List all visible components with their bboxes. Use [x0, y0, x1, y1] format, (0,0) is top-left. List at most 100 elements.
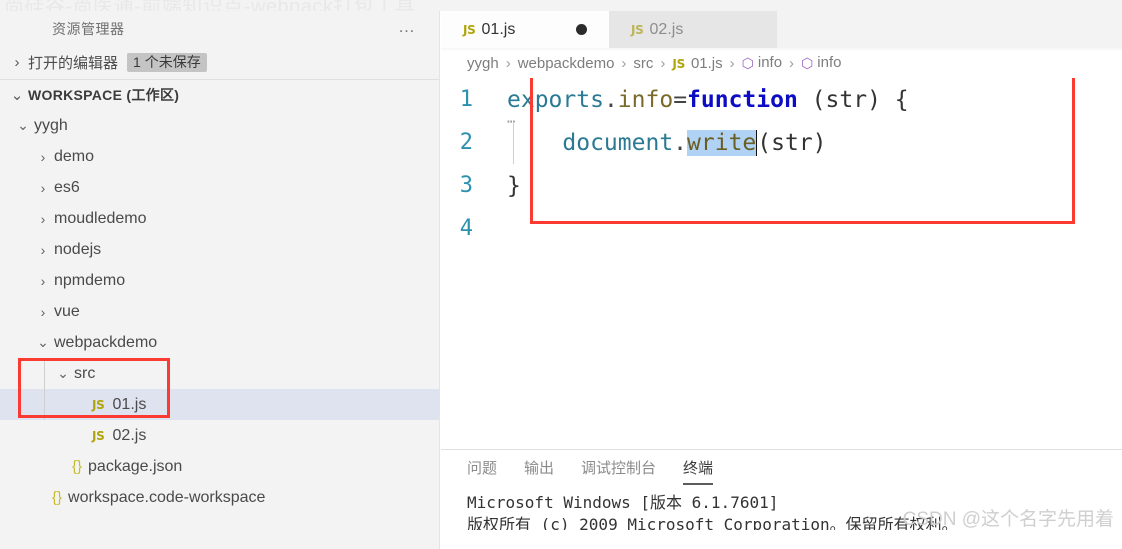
- breadcrumb-item-label: yygh: [467, 54, 499, 72]
- tree-item-label: demo: [54, 147, 95, 165]
- tree-item-label: 02.js: [112, 426, 147, 444]
- indent-guide: [44, 358, 45, 420]
- breadcrumb-item-label: info: [757, 54, 783, 71]
- js-file-icon: JS: [92, 397, 105, 412]
- tree-item-es6[interactable]: › es6: [0, 172, 439, 203]
- tree-item-package-json[interactable]: {} package.json: [0, 451, 439, 482]
- explorer-sidebar: 资源管理器 … › 打开的编辑器 1 个未保存 ⌄ WORKSPACE (工作区…: [0, 11, 440, 549]
- symbol-cube-icon: ⬡: [741, 55, 754, 71]
- token-function: function: [687, 86, 798, 113]
- breadcrumb: yygh › webpackdemo › src › JS 01.js › ⬡ info › ⬡ info: [441, 48, 1122, 78]
- more-actions-icon[interactable]: …: [398, 18, 417, 35]
- chevron-right-icon: ›: [40, 272, 46, 289]
- breadcrumb-item-webpackdemo[interactable]: webpackdemo: [518, 55, 615, 72]
- tree-item-01-js[interactable]: JS 01.js: [0, 389, 439, 420]
- breadcrumb-item-info[interactable]: ⬡ info: [742, 54, 782, 72]
- unsaved-count-badge: 1 个未保存: [127, 53, 207, 72]
- code-line-2-text: document.write(str): [483, 129, 827, 156]
- js-file-icon: JS: [92, 428, 105, 443]
- token-info: info: [617, 86, 674, 113]
- window-title-strip: 尚硅谷-尚医通-前端知识点-webpack打包工具: [0, 0, 1122, 11]
- chevron-right-icon: ›: [40, 210, 46, 227]
- chevron-down-icon: ⌄: [37, 334, 49, 350]
- unsaved-indicator-dot[interactable]: [576, 24, 587, 35]
- tree-item-moudledemo[interactable]: › moudledemo: [0, 203, 439, 234]
- token-document: document: [562, 129, 674, 156]
- tree-item-label: npmdemo: [54, 271, 126, 289]
- code-line-4: 4: [441, 207, 1122, 250]
- tree-item-npmdemo[interactable]: › npmdemo: [0, 265, 439, 296]
- js-file-icon: JS: [463, 22, 476, 37]
- line-number: 1: [459, 87, 473, 112]
- editor-tab-01-js[interactable]: JS 01.js: [441, 11, 609, 48]
- editor-tab-label: 01.js: [481, 20, 516, 38]
- tree-item-label: src: [74, 364, 96, 382]
- chevron-down-icon: ⌄: [17, 117, 29, 133]
- tree-item-02-js[interactable]: JS 02.js: [0, 420, 439, 451]
- token-exports: exports: [507, 86, 604, 113]
- breadcrumb-item-01-js[interactable]: JS 01.js: [672, 55, 722, 72]
- token-dot: .: [603, 86, 618, 113]
- code-line-3: 3 }: [441, 164, 1122, 207]
- json-file-icon: {}: [52, 489, 63, 506]
- breadcrumb-separator: ›: [621, 54, 627, 72]
- token-close-brace: }: [507, 172, 521, 199]
- code-editor[interactable]: 1 exports.info=function (str) { ⋯ 2 docu…: [441, 78, 1122, 468]
- line-number: 3: [459, 173, 473, 198]
- code-line-1-text: exports.info=function (str) {: [483, 87, 909, 113]
- tree-item-webpackdemo[interactable]: ⌄ webpackdemo: [0, 327, 439, 358]
- csdn-watermark: CSDN @这个名字先用着: [902, 509, 1114, 530]
- js-file-icon: JS: [631, 22, 644, 37]
- token-call-args: (str): [757, 129, 827, 156]
- tree-item-label: vue: [54, 302, 80, 320]
- editor-scroll-shadow: [441, 48, 1122, 51]
- panel-tab-1[interactable]: 输出: [524, 457, 554, 485]
- tree-item-workspace-code-workspace[interactable]: {} workspace.code-workspace: [0, 482, 439, 513]
- tree-item-label: webpackdemo: [54, 333, 158, 351]
- token-params: (str) {: [797, 86, 909, 113]
- editor-tab-label: 02.js: [649, 20, 684, 38]
- editor-tab-02-js[interactable]: JS 02.js: [609, 11, 777, 48]
- chevron-right-icon: ›: [40, 303, 46, 320]
- tree-item-nodejs[interactable]: › nodejs: [0, 234, 439, 265]
- explorer-title-row: 资源管理器 …: [0, 11, 439, 46]
- selected-token-write[interactable]: write: [687, 129, 757, 156]
- tree-item-label: package.json: [88, 457, 183, 475]
- breadcrumb-separator: ›: [789, 54, 795, 72]
- tree-item-vue[interactable]: › vue: [0, 296, 439, 327]
- tree-item-src[interactable]: ⌄ src: [0, 358, 439, 389]
- breadcrumb-item-yygh[interactable]: yygh: [467, 55, 499, 72]
- tree-item-label: workspace.code-workspace: [68, 488, 266, 506]
- tree-item-yygh[interactable]: ⌄ yygh: [0, 110, 439, 141]
- open-editors-label: 打开的编辑器: [28, 55, 119, 72]
- breadcrumb-item-info[interactable]: ⬡ info: [801, 54, 841, 72]
- explorer-title: 资源管理器: [52, 20, 125, 37]
- breadcrumb-item-src[interactable]: src: [633, 55, 653, 72]
- json-file-icon: {}: [72, 458, 83, 475]
- panel-tab-bar: 问题 输出 调试控制台 终端: [441, 450, 1122, 492]
- panel-tab-0[interactable]: 问题: [467, 457, 497, 485]
- token-equals: =: [673, 86, 688, 113]
- js-file-icon: JS: [672, 56, 685, 71]
- panel-tab-2[interactable]: 调试控制台: [581, 457, 656, 485]
- chevron-down-icon: ⌄: [57, 365, 69, 381]
- tree-item-label: nodejs: [54, 240, 102, 258]
- file-tree: ⌄ yygh › demo › es6 › moudledemo › nodejs › npmdemo…: [0, 110, 439, 513]
- panel-tab-3[interactable]: 终端: [683, 457, 714, 485]
- chevron-right-icon: ›: [40, 148, 46, 165]
- chevron-down-icon: ⌄: [10, 86, 24, 104]
- breadcrumb-separator: ›: [660, 54, 666, 72]
- chevron-right-icon: ›: [14, 54, 20, 71]
- window-title-text: 尚硅谷-尚医通-前端知识点-webpack打包工具: [4, 0, 416, 11]
- sidebar-section-workspace[interactable]: ⌄ WORKSPACE (工作区): [0, 80, 439, 110]
- tree-item-label: es6: [54, 178, 80, 196]
- editor-tab-bar: JS 01.js JS 02.js: [441, 11, 1122, 48]
- tree-item-demo[interactable]: › demo: [0, 141, 439, 172]
- code-line-3-text: }: [483, 173, 521, 199]
- sidebar-section-open-editors[interactable]: › 打开的编辑器 1 个未保存: [0, 46, 439, 80]
- workspace-label: WORKSPACE (工作区): [28, 87, 180, 103]
- tree-item-label: moudledemo: [54, 209, 147, 227]
- code-line-2: 2 document.write(str): [441, 121, 1122, 164]
- chevron-right-icon: ›: [40, 241, 46, 258]
